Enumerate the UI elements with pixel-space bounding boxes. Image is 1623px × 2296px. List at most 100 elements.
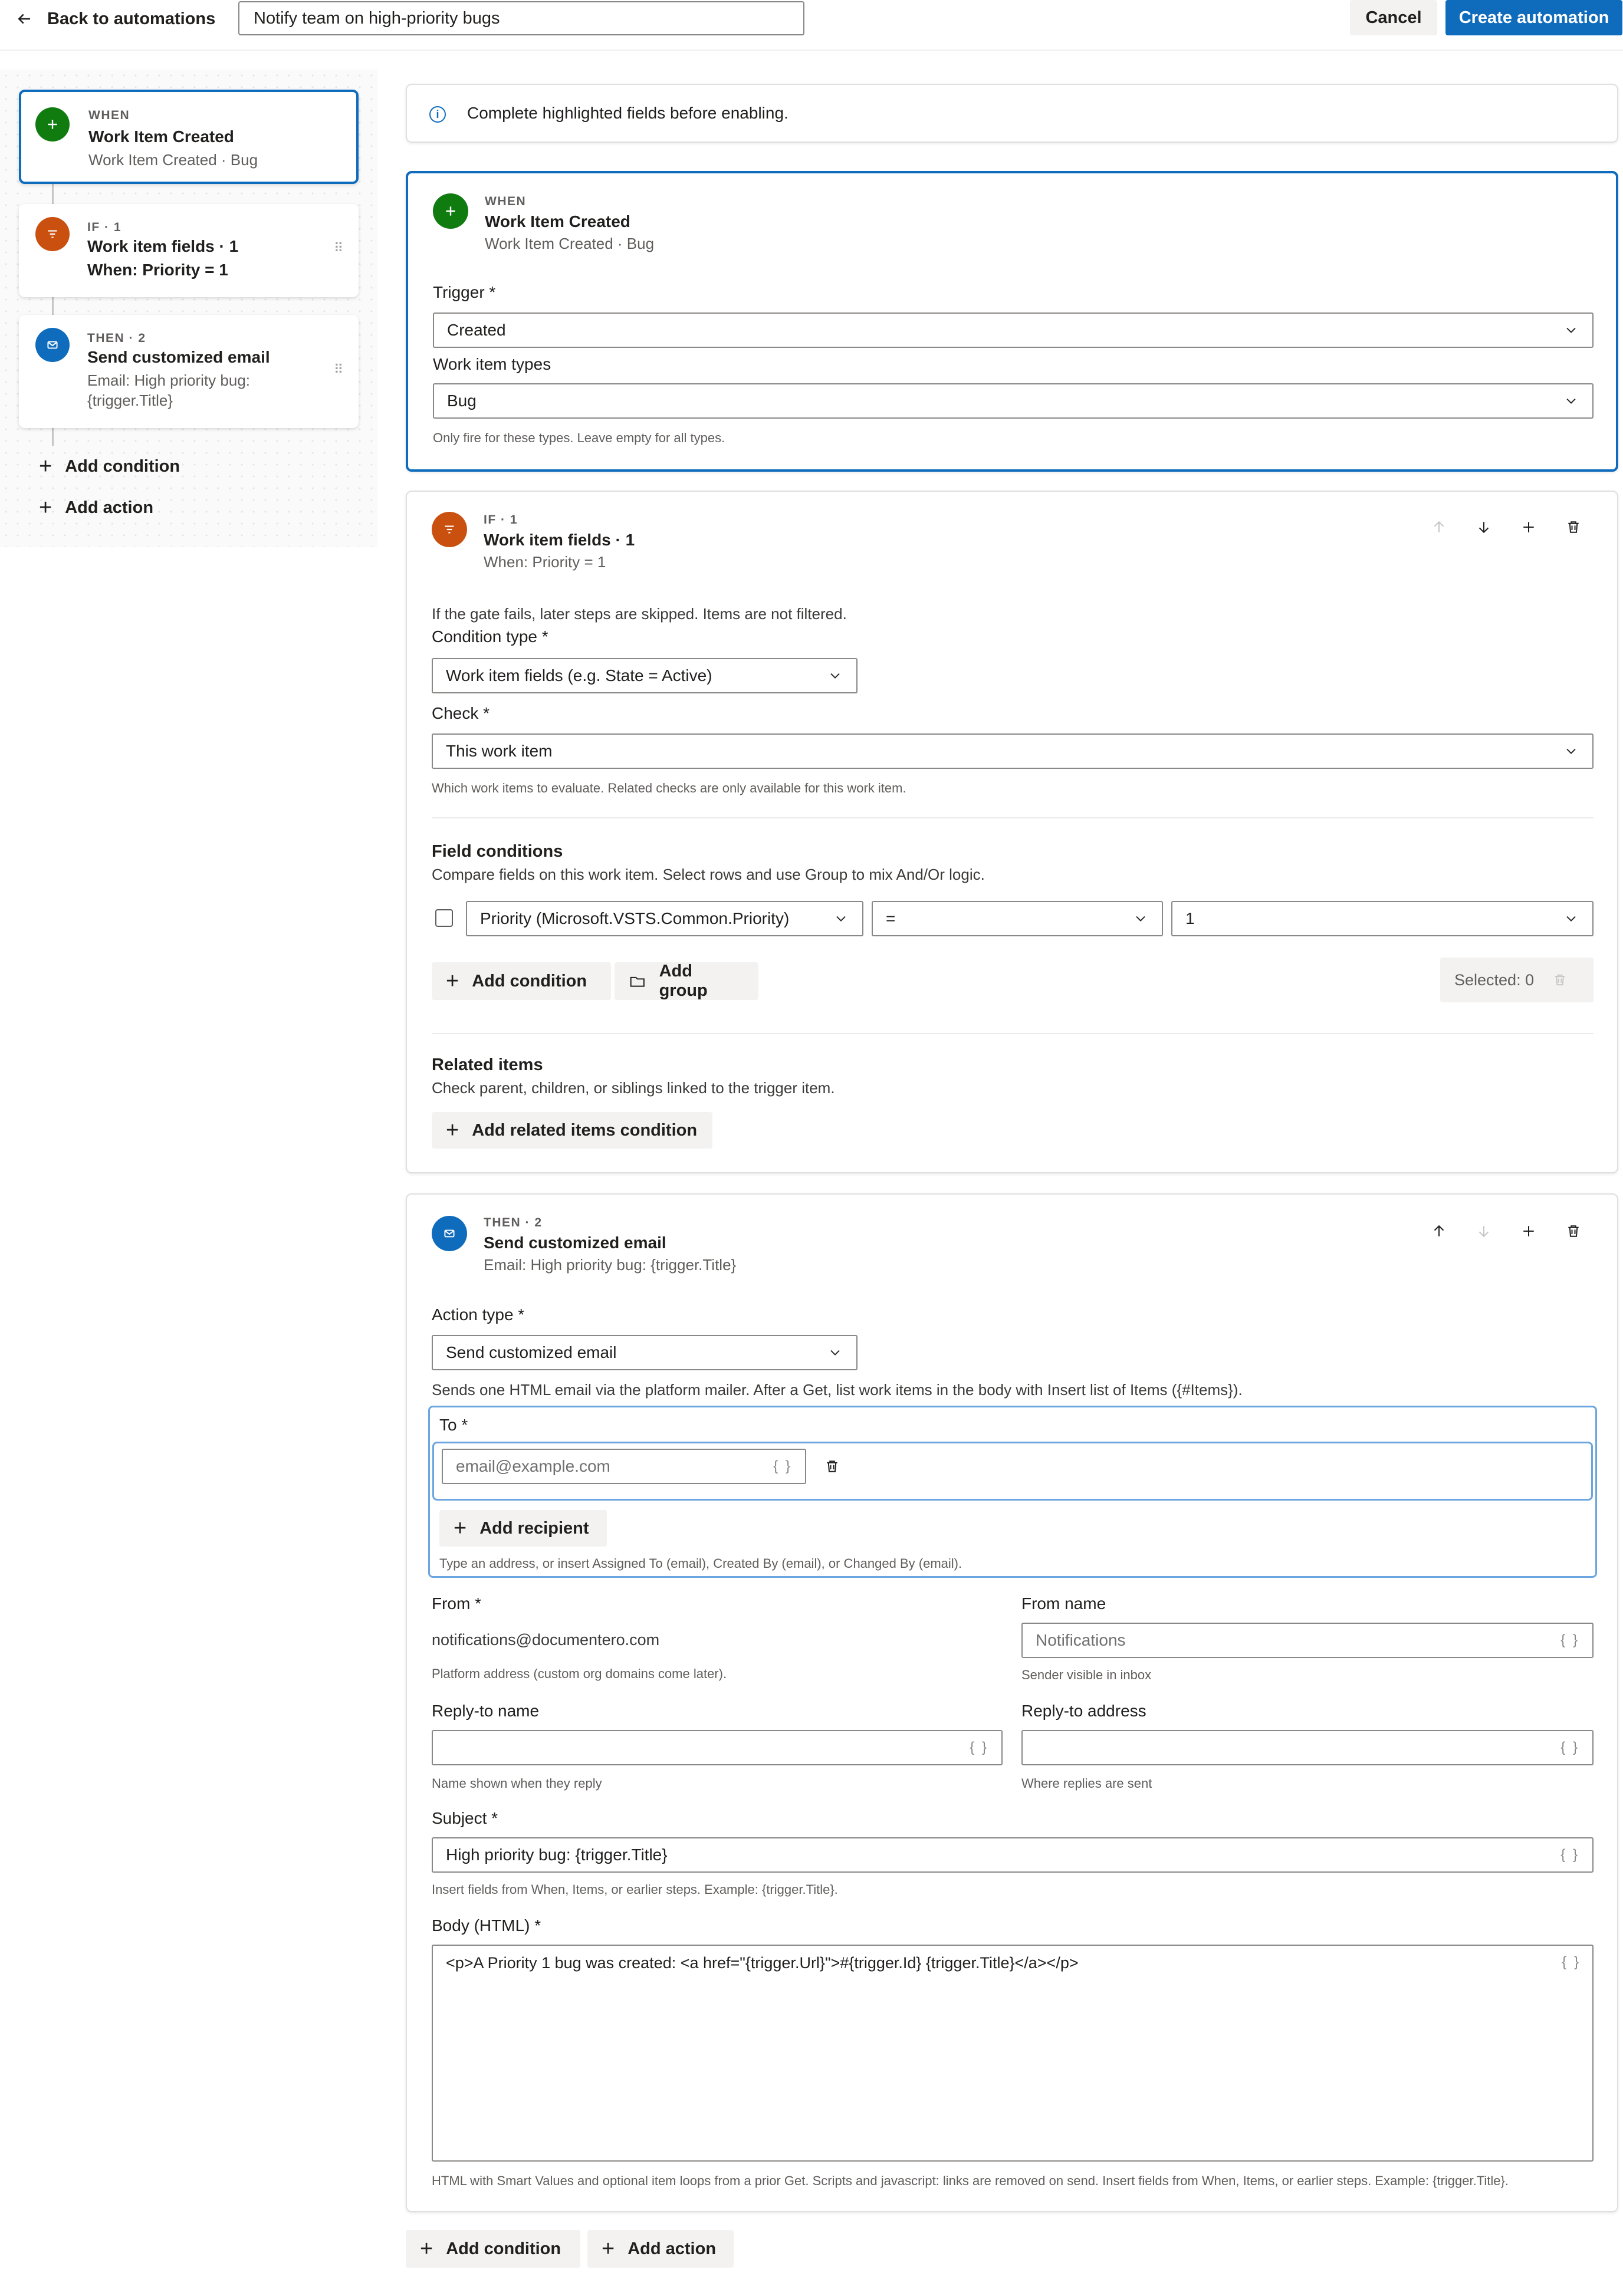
- reply-to-name-label: Reply-to name: [432, 1702, 540, 1720]
- plus-icon: +: [39, 454, 52, 479]
- chevron-down-icon: [1566, 398, 1576, 404]
- step-subtitle: When: Priority = 1: [87, 261, 228, 279]
- trigger-select[interactable]: Created: [433, 313, 1594, 348]
- if-panel: IF · 1 Work item fields · 1 When: Priori…: [406, 491, 1618, 1173]
- action-type-value: Send customized email: [446, 1343, 617, 1361]
- subject-input[interactable]: High priority bug: {trigger.Title} { }: [432, 1837, 1594, 1873]
- plus-icon: +: [454, 1516, 467, 1541]
- work-item-types-value: Bug: [447, 392, 477, 410]
- plus-icon: [433, 193, 468, 229]
- work-item-types-hint: Only fire for these types. Leave empty f…: [433, 430, 725, 445]
- from-hint: Platform address (custom org domains com…: [432, 1666, 727, 1681]
- panel-title: Work Item Created: [485, 212, 630, 231]
- from-name-placeholder: Notifications: [1036, 1631, 1126, 1649]
- reply-to-address-input[interactable]: { }: [1021, 1730, 1594, 1765]
- move-down-icon[interactable]: [1473, 517, 1494, 538]
- step-subtitle: {trigger.Title}: [87, 392, 173, 409]
- automation-name-input[interactable]: Notify team on high-priority bugs: [238, 1, 804, 35]
- add-action-label: Add action: [65, 498, 154, 517]
- reply-to-address-hint: Where replies are sent: [1021, 1776, 1152, 1791]
- flow-connector: [52, 428, 54, 446]
- action-hint: Sends one HTML email via the platform ma…: [432, 1381, 1243, 1399]
- add-related-label: Add related items condition: [472, 1120, 698, 1140]
- check-label: Check *: [432, 704, 490, 722]
- panel-eyebrow: WHEN: [485, 195, 527, 208]
- check-select[interactable]: This work item: [432, 733, 1594, 769]
- reply-to-name-hint: Name shown when they reply: [432, 1776, 602, 1791]
- sidebar-step-then[interactable]: THEN · 2 Send customized email Email: Hi…: [19, 315, 359, 428]
- step-subtitle: Email: High priority bug:: [87, 371, 250, 389]
- insert-field-icon[interactable]: { }: [1560, 1847, 1579, 1863]
- footer-add-action-button[interactable]: + Add action: [587, 2230, 734, 2268]
- reply-to-name-input[interactable]: { }: [432, 1730, 1003, 1765]
- recipient-email-input[interactable]: email@example.com { }: [442, 1449, 806, 1484]
- add-condition-button[interactable]: + Add condition: [432, 962, 611, 1000]
- chevron-down-icon: [1566, 748, 1576, 754]
- add-condition-label: Add condition: [65, 456, 180, 476]
- insert-step-icon[interactable]: [1518, 517, 1539, 538]
- action-type-label: Action type *: [432, 1305, 525, 1324]
- insert-step-icon[interactable]: [1518, 1221, 1539, 1242]
- drag-handle-icon[interactable]: ⠿: [334, 241, 343, 256]
- insert-field-icon[interactable]: { }: [1562, 1954, 1581, 1971]
- move-up-icon[interactable]: [1428, 1221, 1450, 1242]
- filter-icon: [35, 217, 70, 251]
- section-divider: [432, 1033, 1594, 1034]
- check-value: This work item: [446, 742, 553, 760]
- insert-field-icon[interactable]: { }: [1560, 1739, 1579, 1756]
- body-html-textarea[interactable]: <p>A Priority 1 bug was created: <a href…: [432, 1945, 1594, 2162]
- section-divider: [432, 817, 1594, 818]
- recipient-placeholder: email@example.com: [456, 1457, 610, 1475]
- insert-field-icon[interactable]: { }: [970, 1739, 988, 1756]
- trash-icon: [1555, 974, 1565, 986]
- field-select[interactable]: Priority (Microsoft.VSTS.Common.Priority…: [466, 901, 863, 936]
- delete-icon[interactable]: [1563, 517, 1584, 538]
- add-group-button[interactable]: Add group: [615, 962, 758, 1000]
- drag-handle-icon[interactable]: ⠿: [334, 362, 343, 377]
- condition-type-select[interactable]: Work item fields (e.g. State = Active): [432, 658, 858, 693]
- delete-icon[interactable]: [1563, 1221, 1584, 1242]
- back-to-automations-link[interactable]: Back to automations: [15, 7, 215, 31]
- move-up-icon[interactable]: [1428, 517, 1450, 538]
- value-select[interactable]: 1: [1171, 901, 1594, 936]
- chevron-down-icon: [830, 673, 840, 679]
- from-name-input[interactable]: Notifications { }: [1021, 1623, 1594, 1658]
- selected-count-button[interactable]: Selected: 0: [1440, 958, 1594, 1002]
- add-related-items-button[interactable]: + Add related items condition: [432, 1112, 712, 1149]
- field-conditions-title: Field conditions: [432, 842, 563, 861]
- flow-connector: [52, 297, 54, 315]
- body-label: Body (HTML) *: [432, 1916, 541, 1935]
- insert-field-icon[interactable]: { }: [773, 1458, 792, 1475]
- add-action-label: Add action: [627, 2239, 717, 2258]
- sidebar-add-condition[interactable]: + Add condition: [39, 455, 180, 478]
- panel-eyebrow: IF · 1: [484, 513, 518, 527]
- sidebar-step-if[interactable]: IF · 1 Work item fields · 1 When: Priori…: [19, 204, 359, 297]
- subject-value: High priority bug: {trigger.Title}: [446, 1846, 668, 1864]
- action-type-select[interactable]: Send customized email: [432, 1335, 858, 1370]
- reply-to-address-label: Reply-to address: [1021, 1702, 1146, 1720]
- sidebar-step-when[interactable]: WHEN Work Item Created Work Item Created…: [19, 90, 359, 184]
- mail-icon: [432, 1216, 467, 1251]
- insert-field-icon[interactable]: { }: [1560, 1632, 1579, 1649]
- condition-row-checkbox[interactable]: [435, 909, 453, 927]
- sidebar-add-action[interactable]: + Add action: [39, 496, 153, 519]
- mail-icon: [35, 328, 70, 362]
- create-automation-button[interactable]: Create automation: [1445, 0, 1622, 35]
- operator-value: =: [886, 909, 896, 927]
- from-value: notifications@documentero.com: [432, 1631, 660, 1649]
- plus-icon: +: [39, 495, 52, 520]
- operator-select[interactable]: =: [872, 901, 1163, 936]
- footer-add-condition-button[interactable]: + Add condition: [406, 2230, 580, 2268]
- condition-value: 1: [1185, 909, 1195, 927]
- work-item-types-select[interactable]: Bug: [433, 383, 1594, 419]
- remove-recipient-icon[interactable]: [822, 1456, 843, 1477]
- subject-hint: Insert fields from When, Items, or earli…: [432, 1882, 838, 1897]
- chevron-down-icon: [836, 916, 846, 922]
- move-down-icon[interactable]: [1473, 1221, 1494, 1242]
- subject-label: Subject *: [432, 1809, 498, 1827]
- to-hint: Type an address, or insert Assigned To (…: [439, 1556, 962, 1571]
- from-label: From *: [432, 1594, 481, 1613]
- chevron-down-icon: [830, 1350, 840, 1356]
- add-recipient-button[interactable]: + Add recipient: [439, 1510, 607, 1547]
- cancel-button[interactable]: Cancel: [1350, 0, 1437, 35]
